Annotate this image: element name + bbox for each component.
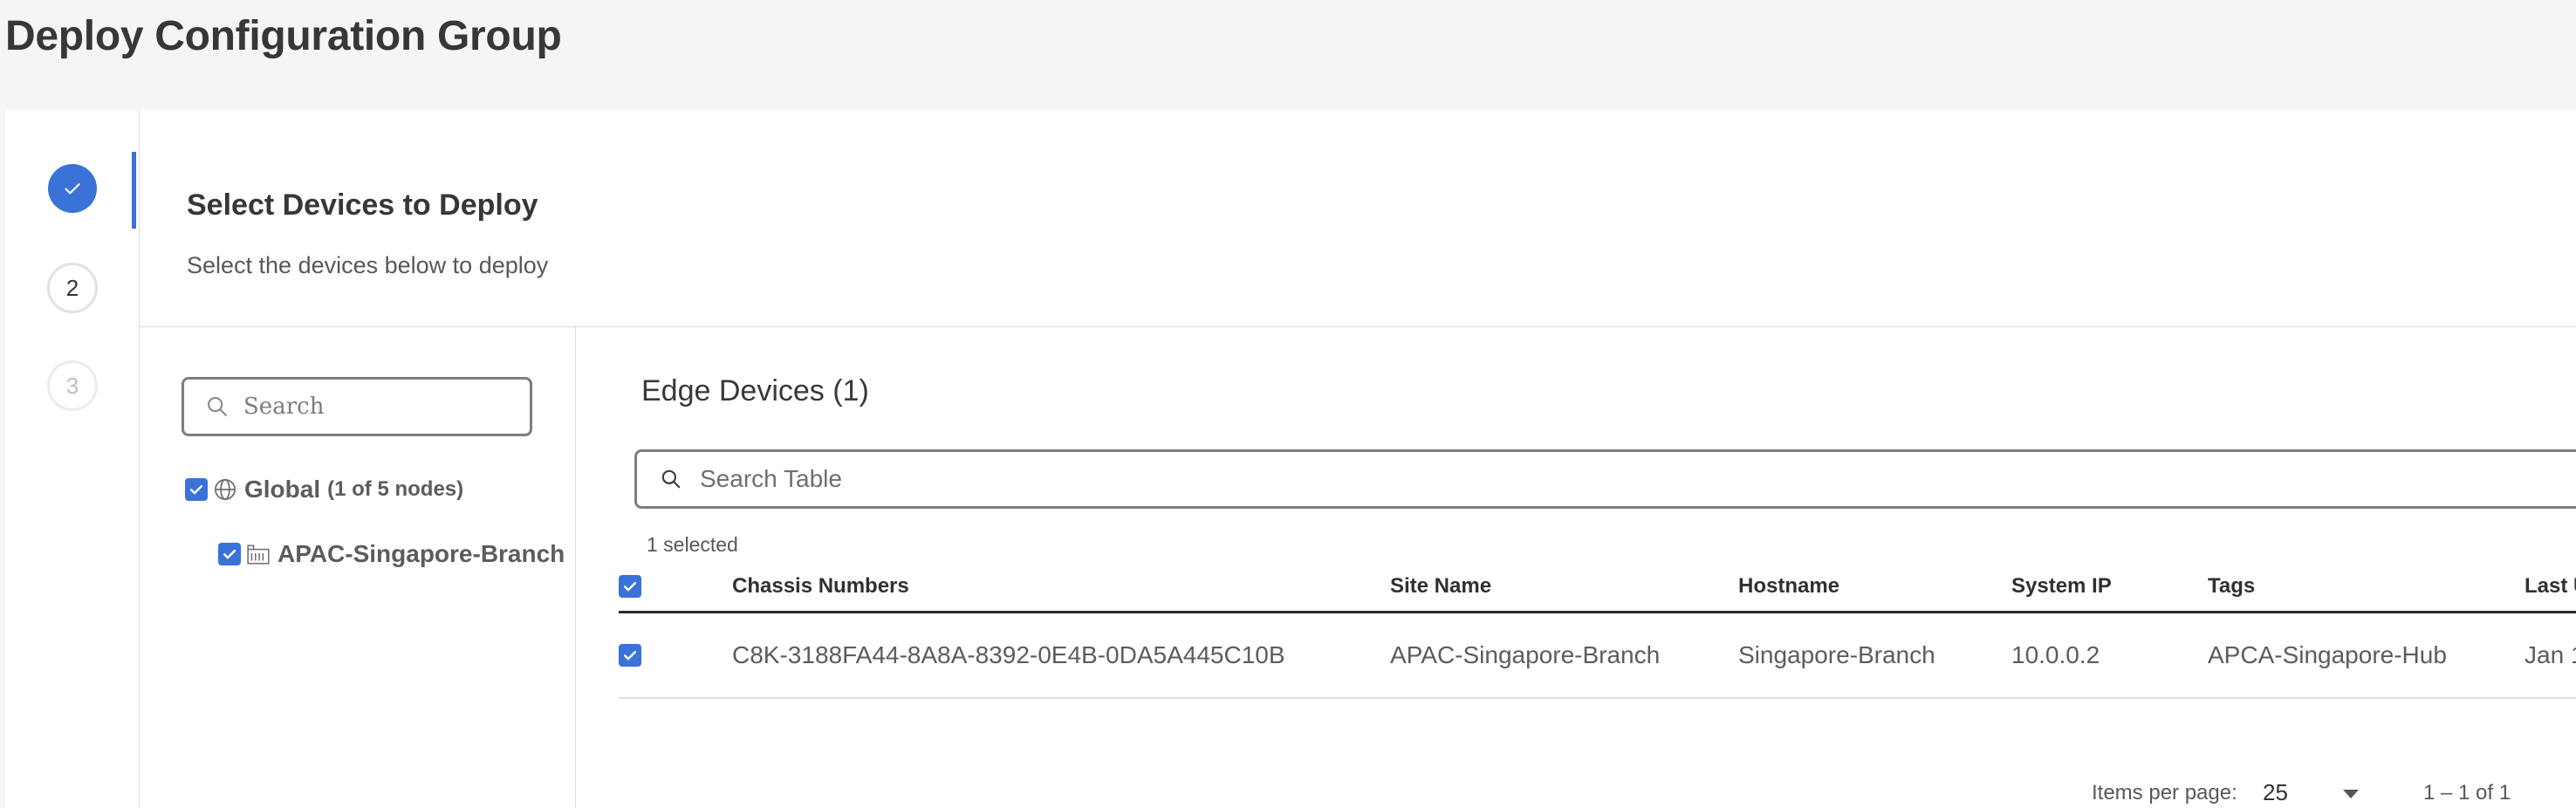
column-header-tags[interactable]: Tags (2208, 561, 2255, 611)
cell-system-ip: 10.0.0.2 (2011, 641, 2100, 668)
globe-icon (213, 477, 237, 502)
wizard-stepper: 2 3 (5, 110, 140, 808)
table-search-box[interactable] (634, 449, 2576, 509)
select-all-checkbox[interactable] (619, 574, 641, 598)
page-title: Deploy Configuration Group (5, 13, 562, 59)
checkmark-icon (223, 550, 236, 559)
site-tree-pane: Global (1 of 5 nodes) APAC-Singapore (140, 327, 576, 808)
caret-down-icon (2343, 790, 2359, 798)
table-row[interactable]: C8K-3188FA44-8A8A-8392-0E4B-0DA5A445C10B… (619, 613, 2576, 699)
items-per-page-value: 25 (2263, 779, 2288, 805)
pagination-range: 1 – 1 of 1 (2423, 781, 2511, 805)
tree-node-global-label: Global (244, 476, 321, 503)
check-icon (65, 183, 80, 195)
row-check-cell (619, 613, 654, 697)
table-header: Chassis Numbers Site Name Hostname Syste… (619, 561, 2576, 613)
search-icon (208, 397, 227, 416)
section-subtitle: Select the devices below to deploy (187, 252, 549, 278)
cell-site-name: APAC-Singapore-Branch (1390, 641, 1661, 668)
checkmark-icon (623, 581, 637, 591)
column-header-hostname[interactable]: Hostname (1738, 561, 1840, 611)
tree-search-input[interactable] (243, 394, 505, 420)
tree-node-branch[interactable]: APAC-Singapore-Branch (218, 540, 565, 568)
step-3-upcoming[interactable]: 3 (47, 360, 98, 411)
wizard-card: 2 3 Select Devices to Deploy Select the … (5, 110, 2576, 808)
items-per-page-select[interactable]: 25 (2263, 777, 2360, 808)
site-building-icon (246, 543, 271, 565)
cell-tags: APCA-Singapore-Hub (2208, 641, 2447, 668)
column-header-system-ip[interactable]: System IP (2011, 561, 2112, 611)
step-2-current[interactable]: 2 (47, 263, 98, 313)
step-3-label: 3 (65, 372, 79, 399)
tree-node-branch-label: APAC-Singapore-Branch (277, 540, 565, 567)
row-checkbox[interactable] (619, 644, 641, 667)
tree-node-global-checkbox[interactable] (185, 478, 208, 501)
checkmark-icon (623, 651, 637, 661)
tree-search-box[interactable] (182, 377, 532, 436)
active-step-indicator (132, 152, 136, 229)
edge-devices-title: Edge Devices (1) (641, 374, 869, 407)
cell-chassis-number: C8K-3188FA44-8A8A-8392-0E4B-0DA5A445C10B (732, 641, 1285, 668)
checkmark-icon (189, 485, 203, 495)
selected-count: 1 selected (647, 533, 738, 556)
table-search-input[interactable] (700, 465, 1747, 493)
column-header-site-name[interactable]: Site Name (1390, 561, 1491, 611)
edge-devices-pane: Edge Devices (1) 1 selected Chassis Numb… (577, 327, 2576, 808)
search-icon (661, 469, 681, 489)
step-1-completed[interactable] (48, 164, 97, 213)
section-title: Select Devices to Deploy (187, 188, 538, 222)
cell-hostname: Singapore-Branch (1738, 641, 1935, 668)
column-header-last-updated[interactable]: Last Updated (2525, 561, 2576, 611)
select-all-cell (619, 561, 654, 611)
items-per-page-label: Items per page: (2092, 781, 2237, 805)
cell-last-updated: Jan 1 (2525, 641, 2576, 668)
tree-node-branch-checkbox[interactable] (218, 543, 241, 565)
section-header: Select Devices to Deploy Select the devi… (140, 110, 2576, 327)
column-header-chassis[interactable]: Chassis Numbers (732, 561, 909, 611)
tree-node-global-count: (1 of 5 nodes) (327, 477, 464, 501)
pagination: Items per page: 25 1 – 1 of 1 (577, 779, 2576, 808)
step-2-label: 2 (65, 274, 79, 301)
tree-node-global[interactable]: Global (1 of 5 nodes) (185, 476, 463, 503)
